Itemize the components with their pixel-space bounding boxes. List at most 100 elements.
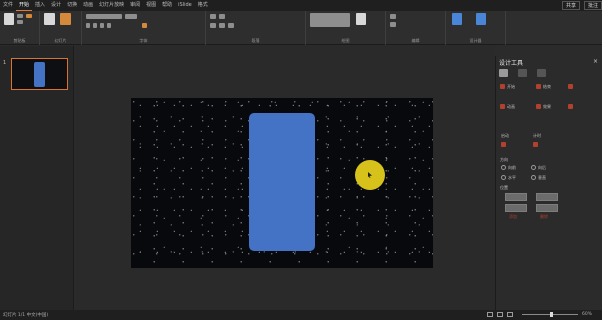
delete-link[interactable]: 删除 (540, 214, 548, 220)
status-bar: 幻灯片 1/1 中文(中国) 60% (0, 310, 602, 320)
align-right-icon[interactable] (228, 23, 234, 28)
copy-icon[interactable] (17, 20, 23, 24)
slide-sorter-icon[interactable] (497, 312, 503, 317)
ribbon-tab[interactable]: 设计 (48, 0, 64, 11)
font-size-select-icon[interactable] (125, 14, 137, 19)
option-icon[interactable] (500, 104, 505, 109)
group-label: 幻灯片 (54, 38, 67, 43)
zoom-level[interactable]: 60% (582, 312, 592, 317)
option-icon[interactable] (568, 104, 573, 109)
close-icon[interactable]: × (593, 58, 598, 65)
font-color-icon[interactable] (142, 23, 147, 28)
fill-tab-icon[interactable] (499, 69, 508, 77)
cut-icon[interactable] (17, 14, 23, 18)
option-label: 开始 (507, 84, 515, 89)
find-icon[interactable] (390, 14, 396, 19)
ribbon-tab[interactable]: 文件 (0, 0, 16, 11)
cursor-highlight-icon (355, 160, 385, 190)
add-link[interactable]: 添加 (509, 214, 517, 220)
option-icon[interactable] (536, 84, 541, 89)
ribbon-tab[interactable]: 开始 (16, 0, 33, 11)
group-label: 字体 (139, 38, 148, 43)
ribbon-tab[interactable]: 插入 (32, 0, 48, 11)
group-label: 剪贴板 (13, 38, 26, 43)
slide-editor (75, 46, 495, 310)
layout-icon[interactable] (60, 13, 71, 25)
radio-label: 向前 (508, 165, 516, 170)
ribbon-tab[interactable]: 审阅 (127, 0, 143, 11)
bullets-icon[interactable] (210, 14, 216, 19)
underline-icon[interactable] (100, 23, 104, 28)
bold-icon[interactable] (86, 23, 90, 28)
option-icon[interactable] (568, 84, 573, 89)
ribbon-group-clipboard: 剪贴板 (0, 11, 40, 45)
width-field[interactable] (505, 204, 527, 212)
strikethrough-icon[interactable] (107, 23, 111, 28)
new-slide-icon[interactable] (44, 13, 55, 25)
design-ideas-icon[interactable] (452, 13, 462, 25)
normal-view-icon[interactable] (487, 312, 493, 317)
position-x-field[interactable] (505, 193, 527, 201)
ribbon-tab[interactable]: 切换 (64, 0, 80, 11)
ribbon-tab[interactable]: 视图 (143, 0, 159, 11)
pane-title: 设计工具 (499, 60, 524, 67)
rounded-rectangle-shape[interactable] (249, 113, 315, 251)
group-label: 绘图 (341, 38, 350, 43)
italic-icon[interactable] (93, 23, 97, 28)
option-icon[interactable] (501, 142, 506, 147)
section-label: 方向 (500, 157, 508, 162)
ribbon-tab[interactable]: 幻灯片放映 (96, 0, 127, 11)
option-icon[interactable] (500, 84, 505, 89)
group-label: 设计器 (469, 38, 482, 43)
zoom-slider-handle[interactable] (550, 312, 553, 317)
thumbnail-shape (34, 62, 45, 87)
radio-vertical[interactable] (531, 175, 536, 180)
format-pane: 设计工具 × 开始 结束 动画 效果 启动 计时 方向 向前 向后 水平 垂直 … (495, 56, 602, 310)
font-name-select-icon[interactable] (86, 14, 122, 19)
radio-forward[interactable] (501, 165, 506, 170)
position-label: 位置 (500, 185, 508, 190)
align-left-icon[interactable] (210, 23, 216, 28)
powerpoint-window: 文件 开始 插入 设计 切换 动画 幻灯片放映 审阅 视图 帮助 iSlide 格式 共享 批注 剪贴… (0, 0, 602, 320)
shapes-gallery-icon[interactable] (310, 13, 350, 27)
numbering-icon[interactable] (219, 14, 225, 19)
size-tab-icon[interactable] (537, 69, 546, 77)
option-label: 效果 (543, 104, 551, 109)
radio-label: 垂直 (538, 175, 546, 180)
option-label: 结束 (543, 84, 551, 89)
share-button[interactable]: 共享 (561, 1, 580, 10)
ribbon-group-slides: 幻灯片 (40, 11, 82, 45)
designer-icon[interactable] (476, 13, 486, 25)
option-icon[interactable] (536, 104, 541, 109)
option-icon[interactable] (533, 142, 538, 147)
ribbon-tab[interactable]: iSlide (175, 0, 195, 11)
option-label: 动画 (507, 104, 515, 109)
replace-icon[interactable] (390, 22, 396, 27)
arrange-icon[interactable] (356, 13, 366, 25)
ribbon-tab[interactable]: 动画 (80, 0, 96, 11)
paste-icon[interactable] (4, 13, 14, 25)
ribbon-tab[interactable]: 帮助 (159, 0, 175, 11)
slide-thumbnail[interactable] (11, 58, 68, 90)
ribbon: 剪贴板 幻灯片 字体 段落 绘图 编辑 设计器 (0, 11, 602, 45)
slide-canvas[interactable] (131, 98, 433, 268)
ribbon-group-designer: 设计器 (446, 11, 506, 45)
radio-horizontal[interactable] (501, 175, 506, 180)
pane-tabs (499, 69, 546, 77)
height-field[interactable] (536, 204, 558, 212)
effects-tab-icon[interactable] (518, 69, 527, 77)
ribbon-group-drawing: 绘图 (306, 11, 386, 45)
slide-thumbnail-pane: 1 (0, 46, 74, 310)
slide-number: 1 (3, 60, 7, 66)
comments-button[interactable]: 批注 (583, 1, 602, 10)
position-y-field[interactable] (536, 193, 558, 201)
reading-view-icon[interactable] (507, 312, 513, 317)
radio-backward[interactable] (531, 165, 536, 170)
status-text: 幻灯片 1/1 中文(中国) (3, 313, 49, 318)
radio-label: 向后 (538, 165, 546, 170)
ribbon-group-paragraph: 段落 (206, 11, 306, 45)
radio-label: 水平 (508, 175, 516, 180)
ribbon-tab[interactable]: 格式 (195, 0, 211, 11)
format-painter-icon[interactable] (26, 14, 32, 18)
align-center-icon[interactable] (219, 23, 225, 28)
